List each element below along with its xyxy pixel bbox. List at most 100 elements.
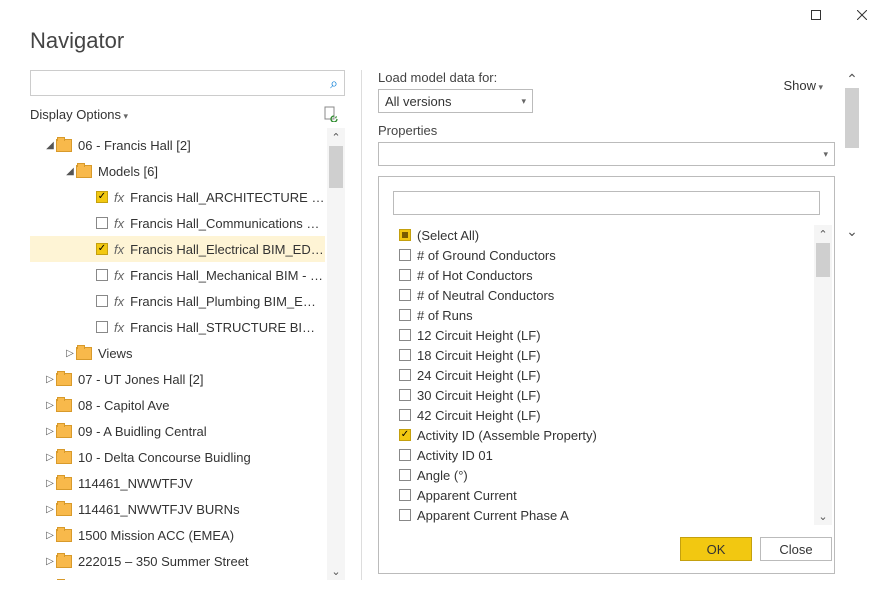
maximize-button[interactable] [793, 0, 839, 30]
property-item[interactable]: 18 Circuit Height (LF) [393, 345, 812, 365]
search-input[interactable] [37, 72, 330, 94]
display-options-dropdown[interactable]: Display Options [30, 107, 128, 122]
close-inner-button[interactable]: Close [760, 537, 832, 561]
properties-scrollbar[interactable]: ⌃ ⌄ [814, 225, 832, 525]
tree-folder[interactable]: ▷Views [30, 340, 325, 366]
properties-combo[interactable] [378, 142, 835, 166]
property-item[interactable]: # of Runs [393, 305, 812, 325]
tree-scrollbar[interactable]: ⌃ ⌄ [327, 128, 345, 580]
expand-icon[interactable]: ▷ [44, 374, 56, 385]
property-item[interactable]: 30 Circuit Height (LF) [393, 385, 812, 405]
checkbox[interactable] [399, 509, 411, 521]
scroll-down-icon[interactable]: ⌄ [843, 222, 861, 240]
tree-folder[interactable]: ◢Models [6] [30, 158, 325, 184]
tree-model-item[interactable]: fxFrancis Hall_ARCHITECTURE BIM_20... [30, 184, 325, 210]
scroll-thumb[interactable] [816, 243, 830, 277]
property-label: Angle (°) [417, 468, 468, 483]
property-item[interactable]: Apparent Current Phase A [393, 505, 812, 525]
fx-icon: fx [114, 216, 124, 231]
checkbox[interactable] [399, 269, 411, 281]
checkbox[interactable] [399, 329, 411, 341]
property-item[interactable]: Apparent Current [393, 485, 812, 505]
checkbox[interactable] [399, 409, 411, 421]
property-item[interactable]: 42 Circuit Height (LF) [393, 405, 812, 425]
collapse-icon[interactable]: ◢ [64, 166, 76, 177]
properties-filter[interactable] [393, 191, 820, 215]
scroll-up-icon[interactable]: ⌃ [843, 70, 861, 88]
property-item[interactable]: 24 Circuit Height (LF) [393, 365, 812, 385]
checkbox[interactable] [96, 321, 108, 333]
tree-folder[interactable]: ▷371800 [30, 574, 325, 580]
scroll-thumb[interactable] [329, 146, 343, 188]
expand-icon[interactable]: ▷ [44, 504, 56, 515]
show-dropdown[interactable]: Show [783, 78, 823, 93]
tree-folder[interactable]: ▷114461_NWWTFJV BURNs [30, 496, 325, 522]
properties-list[interactable]: (Select All)# of Ground Conductors# of H… [393, 225, 812, 525]
navigation-tree[interactable]: ◢06 - Francis Hall [2]◢Models [6]fxFranc… [30, 128, 325, 580]
checkbox[interactable] [399, 429, 411, 441]
tree-model-item[interactable]: fxFrancis Hall_Communications BIM_E... [30, 210, 325, 236]
checkbox[interactable] [399, 349, 411, 361]
tree-folder[interactable]: ▷ 114461_NWWTFJV [30, 470, 325, 496]
properties-filter-input[interactable] [394, 192, 819, 214]
property-item[interactable]: Activity ID (Assemble Property) [393, 425, 812, 445]
expand-icon[interactable]: ▷ [44, 452, 56, 463]
search-input-container[interactable]: ⌕ [30, 70, 345, 96]
checkbox[interactable] [96, 243, 108, 255]
right-scrollbar[interactable]: ⌃ ⌄ [843, 70, 861, 240]
scroll-up-icon[interactable]: ⌃ [814, 225, 832, 243]
tree-model-item[interactable]: fxFrancis Hall_Plumbing BIM_EDDIE [30, 288, 325, 314]
scroll-down-icon[interactable]: ⌄ [327, 562, 345, 580]
scroll-thumb[interactable] [845, 88, 859, 148]
tree-folder[interactable]: ◢06 - Francis Hall [2] [30, 132, 325, 158]
tree-folder[interactable]: ▷222015 – 350 Summer Street [30, 548, 325, 574]
tree-item-label: 114461_NWWTFJV [78, 476, 193, 491]
expand-icon[interactable]: ▷ [44, 426, 56, 437]
close-button[interactable] [839, 0, 885, 30]
checkbox[interactable] [399, 229, 411, 241]
expand-icon[interactable]: ▷ [44, 478, 56, 489]
checkbox[interactable] [399, 489, 411, 501]
property-item[interactable]: # of Hot Conductors [393, 265, 812, 285]
expand-icon[interactable]: ▷ [44, 400, 56, 411]
checkbox[interactable] [399, 449, 411, 461]
checkbox[interactable] [399, 309, 411, 321]
tree-item-label: 371800 [78, 580, 121, 581]
property-item[interactable]: Activity ID 01 [393, 445, 812, 465]
tree-folder[interactable]: ▷1500 Mission ACC (EMEA) [30, 522, 325, 548]
property-item[interactable]: # of Neutral Conductors [393, 285, 812, 305]
tree-folder[interactable]: ▷08 - Capitol Ave [30, 392, 325, 418]
expand-icon[interactable]: ▷ [64, 348, 76, 359]
checkbox[interactable] [399, 389, 411, 401]
tree-folder[interactable]: ▷07 - UT Jones Hall [2] [30, 366, 325, 392]
ok-button[interactable]: OK [680, 537, 752, 561]
load-model-combo[interactable]: All versions [378, 89, 533, 113]
collapse-icon[interactable]: ◢ [44, 140, 56, 151]
checkbox[interactable] [96, 295, 108, 307]
tree-model-item[interactable]: fxFrancis Hall_Mechanical BIM - SCHE... [30, 262, 325, 288]
property-item[interactable]: # of Ground Conductors [393, 245, 812, 265]
checkbox[interactable] [96, 191, 108, 203]
tree-model-item[interactable]: fxFrancis Hall_Electrical BIM_EDDIE [30, 236, 325, 262]
checkbox[interactable] [96, 217, 108, 229]
tree-folder[interactable]: ▷09 - A Buidling Central [30, 418, 325, 444]
checkbox[interactable] [399, 249, 411, 261]
property-item[interactable]: (Select All) [393, 225, 812, 245]
tree-item-label: Francis Hall_Electrical BIM_EDDIE [130, 242, 325, 257]
tree-model-item[interactable]: fxFrancis Hall_STRUCTURE BIM_ EDDIE [30, 314, 325, 340]
property-item[interactable]: Angle (°) [393, 465, 812, 485]
checkbox[interactable] [399, 369, 411, 381]
scroll-up-icon[interactable]: ⌃ [327, 128, 345, 146]
checkbox[interactable] [96, 269, 108, 281]
scroll-down-icon[interactable]: ⌄ [814, 507, 832, 525]
refresh-icon[interactable] [323, 106, 339, 122]
expand-icon[interactable]: ▷ [44, 530, 56, 541]
search-icon[interactable]: ⌕ [330, 75, 338, 92]
checkbox[interactable] [399, 289, 411, 301]
folder-icon [56, 503, 72, 516]
checkbox[interactable] [399, 469, 411, 481]
expand-icon[interactable]: ▷ [44, 556, 56, 567]
property-item[interactable]: 12 Circuit Height (LF) [393, 325, 812, 345]
property-label: Activity ID (Assemble Property) [417, 428, 597, 443]
tree-folder[interactable]: ▷10 - Delta Concourse Buidling [30, 444, 325, 470]
